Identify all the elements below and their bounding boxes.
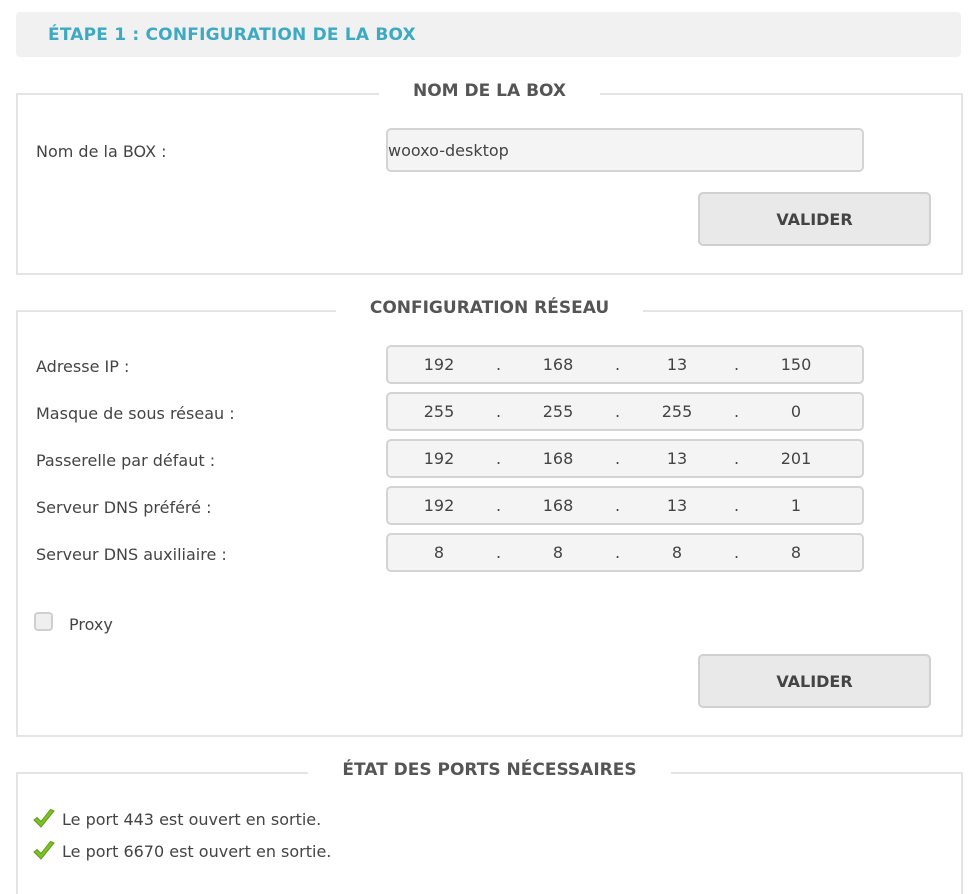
check-icon xyxy=(33,808,55,828)
ip-octet[interactable]: 192 xyxy=(388,355,490,374)
subnet-mask-field[interactable]: 255 . 255 . 255 . 0 xyxy=(386,392,864,431)
octet-separator: . xyxy=(614,543,621,562)
octet-separator: . xyxy=(733,496,740,515)
octet-separator: . xyxy=(733,449,740,468)
ip-octet[interactable]: 192 xyxy=(388,449,490,468)
gateway-label: Passerelle par défaut : xyxy=(36,451,216,470)
port-status-text: Le port 443 est ouvert en sortie. xyxy=(62,809,322,829)
ip-octet[interactable]: 13 xyxy=(626,355,728,374)
network-legend-text: CONFIGURATION RÉSEAU xyxy=(335,298,644,318)
octet-separator: . xyxy=(495,402,502,421)
ip-octet[interactable]: 150 xyxy=(745,355,847,374)
network-section: CONFIGURATION RÉSEAU Adresse IP : 192 . … xyxy=(16,298,963,737)
box-name-label: Nom de la BOX : xyxy=(36,142,167,161)
check-icon xyxy=(33,840,55,860)
auxiliary-dns-label: Serveur DNS auxiliaire : xyxy=(36,545,227,564)
octet-separator: . xyxy=(495,496,502,515)
ip-octet[interactable]: 8 xyxy=(388,543,490,562)
ip-octet[interactable]: 192 xyxy=(388,496,490,515)
port-status-item: Le port 443 est ouvert en sortie. xyxy=(32,808,321,830)
preferred-dns-field[interactable]: 192 . 168 . 13 . 1 xyxy=(386,486,864,525)
ip-octet[interactable]: 168 xyxy=(507,449,609,468)
ports-section: ÉTAT DES PORTS NÉCESSAIRES Le port 443 e… xyxy=(16,760,963,894)
octet-separator: . xyxy=(733,543,740,562)
network-legend: CONFIGURATION RÉSEAU xyxy=(18,298,961,318)
octet-separator: . xyxy=(733,402,740,421)
ports-legend: ÉTAT DES PORTS NÉCESSAIRES xyxy=(18,760,961,780)
validate-network-button[interactable]: VALIDER xyxy=(698,654,931,708)
ports-legend-text: ÉTAT DES PORTS NÉCESSAIRES xyxy=(308,760,671,780)
step-title: ÉTAPE 1 : CONFIGURATION DE LA BOX xyxy=(48,25,416,45)
port-status-text: Le port 6670 est ouvert en sortie. xyxy=(62,841,332,861)
octet-separator: . xyxy=(733,355,740,374)
ip-address-label: Adresse IP : xyxy=(36,357,130,376)
octet-separator: . xyxy=(614,402,621,421)
ip-octet[interactable]: 255 xyxy=(388,402,490,421)
auxiliary-dns-field[interactable]: 8 . 8 . 8 . 8 xyxy=(386,533,864,572)
ip-octet[interactable]: 255 xyxy=(626,402,728,421)
gateway-field[interactable]: 192 . 168 . 13 . 201 xyxy=(386,439,864,478)
ip-octet[interactable]: 1 xyxy=(745,496,847,515)
preferred-dns-label: Serveur DNS préféré : xyxy=(36,498,212,517)
octet-separator: . xyxy=(614,355,621,374)
proxy-label[interactable]: Proxy xyxy=(69,615,113,634)
step-header: ÉTAPE 1 : CONFIGURATION DE LA BOX xyxy=(16,12,961,57)
octet-separator: . xyxy=(495,449,502,468)
ip-octet[interactable]: 8 xyxy=(507,543,609,562)
box-name-legend: NOM DE LA BOX xyxy=(18,81,961,101)
ip-octet[interactable]: 168 xyxy=(507,496,609,515)
ip-octet[interactable]: 13 xyxy=(626,449,728,468)
ip-octet[interactable]: 8 xyxy=(745,543,847,562)
octet-separator: . xyxy=(614,449,621,468)
box-name-input[interactable] xyxy=(386,128,864,172)
ip-octet[interactable]: 201 xyxy=(745,449,847,468)
box-name-section: NOM DE LA BOX Nom de la BOX : VALIDER xyxy=(16,81,963,275)
ip-octet[interactable]: 13 xyxy=(626,496,728,515)
ip-octet[interactable]: 255 xyxy=(507,402,609,421)
ip-octet[interactable]: 168 xyxy=(507,355,609,374)
ip-octet[interactable]: 8 xyxy=(626,543,728,562)
ip-address-field[interactable]: 192 . 168 . 13 . 150 xyxy=(386,345,864,384)
port-status-item: Le port 6670 est ouvert en sortie. xyxy=(32,840,331,862)
octet-separator: . xyxy=(495,355,502,374)
proxy-checkbox[interactable] xyxy=(34,612,53,631)
validate-box-name-button[interactable]: VALIDER xyxy=(698,192,931,246)
ip-octet[interactable]: 0 xyxy=(745,402,847,421)
box-name-legend-text: NOM DE LA BOX xyxy=(379,81,600,101)
octet-separator: . xyxy=(614,496,621,515)
octet-separator: . xyxy=(495,543,502,562)
subnet-mask-label: Masque de sous réseau : xyxy=(36,404,235,423)
